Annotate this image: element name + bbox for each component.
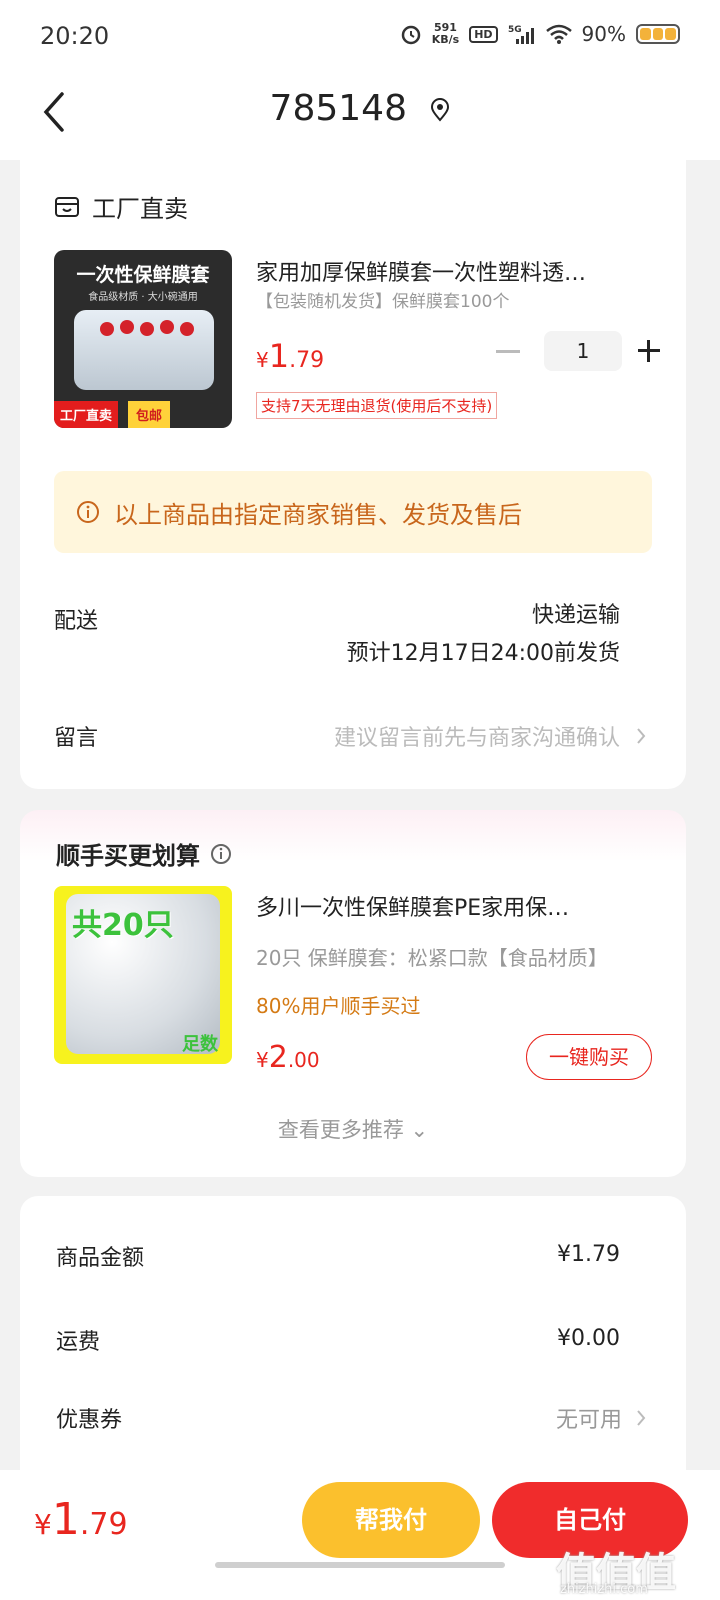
- top-bar: 785148: [0, 70, 720, 160]
- order-code: 785148: [269, 88, 407, 129]
- status-icons: 591 KB/s HD 5G 90%: [400, 22, 680, 46]
- image-sub-text: 食品级材质 · 大小碗通用: [88, 292, 198, 303]
- total-price: ¥1.79: [34, 1494, 128, 1545]
- info-icon[interactable]: [210, 843, 232, 865]
- delivery-eta: 预计12月17日24:00前发货: [346, 641, 620, 666]
- coupon-selector[interactable]: 无可用: [556, 1402, 646, 1434]
- increase-button[interactable]: [638, 340, 660, 362]
- delivery-method: 快递运输: [531, 603, 620, 628]
- product-image[interactable]: 一次性保鲜膜套 食品级材质 · 大小碗通用 工厂直卖 包邮: [54, 250, 232, 428]
- order-card: 工厂直卖 一次性保鲜膜套 食品级材质 · 大小碗通用 工厂直卖 包邮 家用加厚保…: [20, 155, 686, 789]
- image-tag-free-shipping: 包邮: [128, 401, 171, 428]
- image-tomato: [100, 322, 114, 336]
- image-banner-text: 一次性保鲜膜套: [76, 264, 210, 286]
- delivery-label: 配送: [54, 609, 99, 634]
- battery-percent: 90%: [581, 22, 626, 46]
- quantity-stepper: 1: [496, 331, 660, 371]
- location-pin-icon[interactable]: [430, 98, 450, 122]
- decrease-button[interactable]: [496, 349, 520, 353]
- return-policy-badge: 支持7天无理由退货(使用后不支持): [256, 392, 498, 419]
- info-icon: [77, 501, 99, 523]
- hd-icon: HD: [469, 25, 498, 43]
- coupon-value: 无可用: [555, 1408, 622, 1433]
- message-placeholder: 建议留言前先与商家沟通确认: [333, 726, 620, 751]
- recommend-spec: 20只 保鲜膜套：松紧口款【食品材质】: [256, 946, 608, 970]
- product-name[interactable]: 家用加厚保鲜膜套一次性塑料透…: [256, 255, 646, 287]
- page-title: 785148: [0, 88, 720, 129]
- net-speed: 591 KB/s: [431, 21, 460, 46]
- delivery-info: 快递运输 预计12月17日24:00前发货: [347, 597, 620, 673]
- watermark-url: zhizhizhi.com: [560, 1582, 648, 1597]
- image-tomato: [160, 320, 174, 334]
- message-input[interactable]: 建议留言前先与商家沟通确认: [334, 720, 646, 752]
- status-bar: 20:20 591 KB/s HD 5G 90%: [0, 0, 720, 70]
- freight-value: ¥0.00: [557, 1326, 620, 1351]
- recommend-card: 顺手买更划算 共20只 足数 多川一次性保鲜膜套PE家用保… 20只 保鲜膜套：…: [20, 810, 686, 1177]
- svg-text:5G: 5G: [508, 25, 522, 35]
- more-recommend-link[interactable]: 查看更多推荐 ⌄: [20, 1114, 686, 1144]
- status-time: 20:20: [40, 22, 110, 50]
- quantity-field[interactable]: 1: [544, 331, 622, 371]
- product-spec: 【包装随机发货】保鲜膜套100个: [256, 292, 510, 312]
- image-tomato: [180, 322, 194, 336]
- alarm-icon: [401, 25, 420, 45]
- chevron-right-icon: [637, 728, 646, 744]
- summary-card: 商品金额 ¥1.79 运费 ¥0.00 优惠券 无可用: [20, 1196, 686, 1496]
- shop-label: 工厂直卖: [92, 195, 188, 223]
- chevron-right-icon: [637, 1410, 646, 1426]
- one-click-buy-button[interactable]: 一键购买: [526, 1034, 652, 1080]
- recommend-price: ¥2.00: [256, 1040, 320, 1075]
- goods-amount-value: ¥1.79: [557, 1242, 620, 1267]
- shop-header: 工厂直卖: [54, 189, 188, 224]
- recommend-title: 顺手买更划算: [56, 836, 232, 871]
- bottom-bar: ¥1.79 帮我付 自己付 值值值 zhizhizhi.com: [0, 1470, 720, 1600]
- shop-icon: [55, 196, 79, 217]
- seller-notice: 以上商品由指定商家销售、发货及售后: [54, 471, 652, 553]
- home-indicator[interactable]: [215, 1562, 505, 1568]
- goods-amount-label: 商品金额: [56, 1246, 145, 1271]
- image-tomato: [140, 322, 154, 336]
- image-tag-factory: 工厂直卖: [54, 401, 119, 428]
- freight-label: 运费: [56, 1330, 101, 1355]
- wifi-icon: [545, 24, 572, 44]
- recommend-image[interactable]: 共20只 足数: [54, 886, 232, 1064]
- image-tomato: [120, 320, 134, 334]
- image-count-text: 共20只: [72, 908, 174, 943]
- message-label: 留言: [54, 726, 99, 751]
- notice-text: 以上商品由指定商家销售、发货及售后: [114, 500, 522, 529]
- image-sufficient-text: 足数: [182, 1034, 218, 1055]
- recommend-bought: 80%用户顺手买过: [256, 994, 421, 1018]
- signal-icon: 5G: [508, 25, 534, 44]
- coupon-label: 优惠券: [56, 1408, 123, 1433]
- product-price: ¥1.79: [256, 337, 325, 375]
- battery-icon: [636, 24, 680, 44]
- recommend-name[interactable]: 多川一次性保鲜膜套PE家用保…: [256, 890, 648, 922]
- help-me-pay-button[interactable]: 帮我付: [302, 1482, 480, 1558]
